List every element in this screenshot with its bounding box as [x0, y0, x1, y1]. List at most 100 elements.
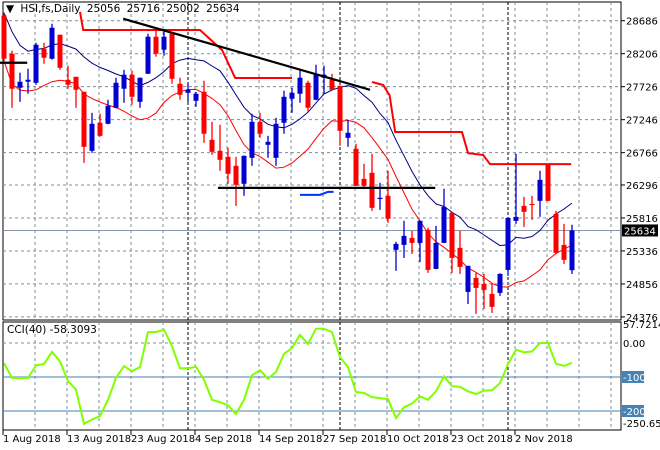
price-axis-label: 26296: [626, 181, 658, 192]
candle-body: [401, 235, 407, 245]
cci-axis-label: 0.00: [623, 339, 645, 350]
date-axis-label: 23 Oct 2018: [451, 434, 513, 445]
candle-body: [137, 77, 143, 102]
open-value: 25056: [86, 3, 121, 15]
low-value: 25002: [166, 3, 200, 15]
candle-bear: [545, 163, 551, 202]
candle-body: [169, 33, 175, 79]
current-price-label: 25634: [624, 226, 656, 237]
date-axis-label: 14 Sep 2018: [259, 434, 322, 445]
high-value: 25716: [126, 3, 160, 15]
candle-body: [121, 74, 127, 89]
price-panel: [2, 1, 622, 321]
candle-body: [65, 79, 71, 85]
candle-body: [305, 82, 311, 108]
candle-body: [569, 230, 575, 271]
candle-body: [521, 205, 527, 212]
candle-body: [249, 121, 255, 158]
candle-body: [345, 132, 351, 138]
price-axis-label: 24856: [626, 280, 658, 291]
candle-body: [9, 53, 15, 89]
candle-body: [369, 172, 375, 208]
candle-bear: [353, 143, 359, 187]
candle-body: [145, 36, 151, 74]
candle-body: [513, 216, 519, 221]
candle-body: [465, 265, 471, 292]
candle-body: [313, 74, 319, 100]
candle-body: [1, 15, 7, 59]
cci-axis-label: -200: [623, 407, 646, 418]
candle-body: [73, 76, 79, 90]
candle-body: [217, 150, 223, 160]
candle-bull: [49, 23, 55, 60]
candle-bear: [305, 80, 311, 112]
candle-body: [273, 123, 279, 158]
price-axis-label: 28686: [626, 17, 658, 28]
date-axis-label: 23 Aug 2018: [131, 434, 195, 445]
candle-body: [41, 48, 47, 58]
candle-body: [449, 212, 455, 258]
candle-body: [193, 93, 199, 101]
cci-axis-label: -250.650: [623, 419, 660, 430]
candle-body: [289, 92, 295, 99]
candle-body: [57, 34, 63, 68]
cci-axis-label: -100: [623, 373, 646, 384]
price-axis-label: 27246: [626, 116, 658, 127]
candle-body: [433, 242, 439, 269]
candle-bull: [497, 273, 503, 296]
candle-body: [25, 79, 31, 82]
candle-body: [385, 195, 391, 219]
candle-bear: [169, 33, 175, 84]
chart-header: ▼ HSI,fs,Daily 25056 25716 25002 25634: [6, 3, 243, 15]
candle-body: [209, 139, 215, 152]
candle-body: [257, 121, 263, 134]
candle-body: [393, 243, 399, 250]
candle-body: [241, 155, 247, 184]
date-axis-label: 27 Sep 2018: [323, 434, 386, 445]
candle-body: [281, 96, 287, 123]
date-axis-label: 10 Oct 2018: [387, 434, 449, 445]
candle-body: [201, 91, 207, 134]
candle-body: [361, 178, 367, 186]
candle-body: [505, 217, 511, 270]
cci-title: CCI(40) -58.3093: [7, 324, 97, 336]
candle-body: [529, 203, 535, 206]
symbol-label: HSI,fs,Daily: [20, 3, 81, 15]
candle-body: [337, 85, 343, 131]
price-axis-label: 28206: [626, 50, 658, 61]
candle-body: [17, 81, 23, 88]
candle-body: [425, 229, 431, 270]
candle-body: [89, 123, 95, 151]
candle-body: [353, 148, 359, 186]
date-axis-label: 2 Nov 2018: [515, 434, 573, 445]
candle-body: [297, 77, 303, 94]
candle-bear: [553, 210, 559, 254]
candle-bull: [145, 33, 151, 75]
candle-body: [185, 89, 191, 93]
chart-canvas[interactable]: 28686 28206 27726 27246 26766 26296 25816 25336…: [0, 0, 660, 450]
candle-body: [81, 91, 87, 147]
date-axis-label: 13 Aug 2018: [67, 434, 131, 445]
candle-body: [561, 244, 567, 260]
candle-bull: [33, 42, 39, 85]
candle-body: [129, 74, 135, 97]
candle-body: [105, 105, 111, 124]
candle-bear: [57, 34, 63, 70]
candle-body: [97, 122, 103, 136]
candle-body: [377, 197, 383, 200]
candle-bear: [425, 227, 431, 273]
candle-body: [33, 44, 39, 83]
candle-body: [161, 36, 167, 50]
candle-body: [497, 273, 503, 293]
candle-body: [49, 27, 55, 59]
candle-body: [265, 141, 271, 145]
candle-body: [489, 293, 495, 307]
collapse-triangle-icon[interactable]: ▼: [6, 3, 14, 15]
candle-body: [553, 213, 559, 253]
candle-body: [481, 283, 487, 290]
candle-body: [537, 179, 543, 201]
close-value: 25634: [206, 3, 240, 15]
candle-body: [545, 163, 551, 201]
candle-body: [177, 83, 183, 95]
candle-body: [225, 156, 231, 174]
